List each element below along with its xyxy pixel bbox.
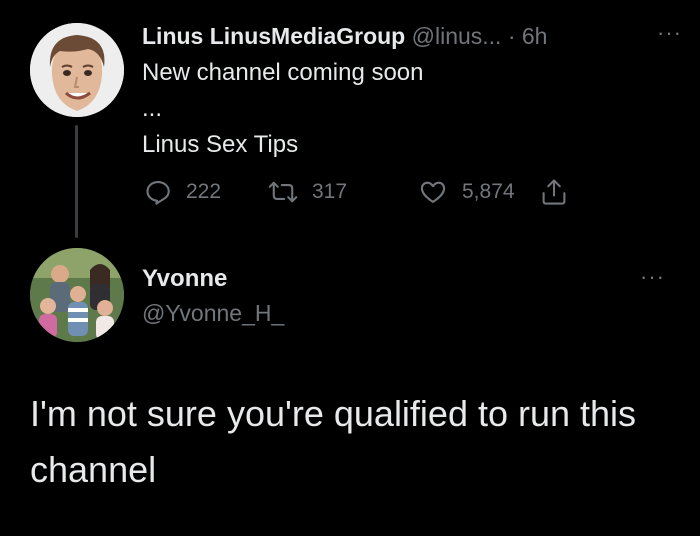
yvonne-avatar[interactable] [30, 248, 124, 342]
reply-button[interactable]: 222 [144, 175, 221, 209]
reply-text: I'm not sure you're qualified to run thi… [30, 393, 637, 490]
tweet-header: Linus LinusMediaGroup @linus... · 6h ··· [142, 20, 682, 52]
reply-count: 222 [186, 180, 222, 203]
thread-line [75, 125, 78, 238]
share-button[interactable] [540, 175, 582, 209]
tweet-text-line: ... [142, 95, 163, 122]
reply-more-button[interactable]: ··· [640, 264, 665, 290]
reply-icon [146, 181, 170, 205]
share-icon [542, 179, 566, 205]
tweet-text-line: New channel coming soon [142, 59, 424, 86]
like-count: 5,874 [462, 180, 515, 203]
retweet-count: 317 [312, 180, 348, 203]
like-button[interactable]: 5,874 [418, 175, 515, 209]
tweet-text-line: Linus Sex Tips [142, 131, 299, 158]
tweet-author-name[interactable]: Linus LinusMediaGroup [142, 23, 405, 49]
tweet-text: New channel coming soon ... Linus Sex Ti… [142, 56, 642, 164]
tweet-author-handle[interactable]: @linus... [412, 23, 502, 49]
tweet-actions: 222 317 5,874 [142, 175, 602, 209]
retweet-button[interactable]: 317 [268, 175, 347, 209]
like-icon [420, 181, 446, 203]
linus-avatar[interactable] [30, 23, 124, 117]
reply-author-handle[interactable]: @Yvonne_H_ [142, 297, 284, 329]
reply-author-name[interactable]: Yvonne [142, 262, 227, 296]
tweet-time[interactable]: · 6h [508, 23, 548, 49]
tweet-more-button[interactable]: ··· [657, 17, 682, 49]
retweet-icon [268, 181, 298, 203]
